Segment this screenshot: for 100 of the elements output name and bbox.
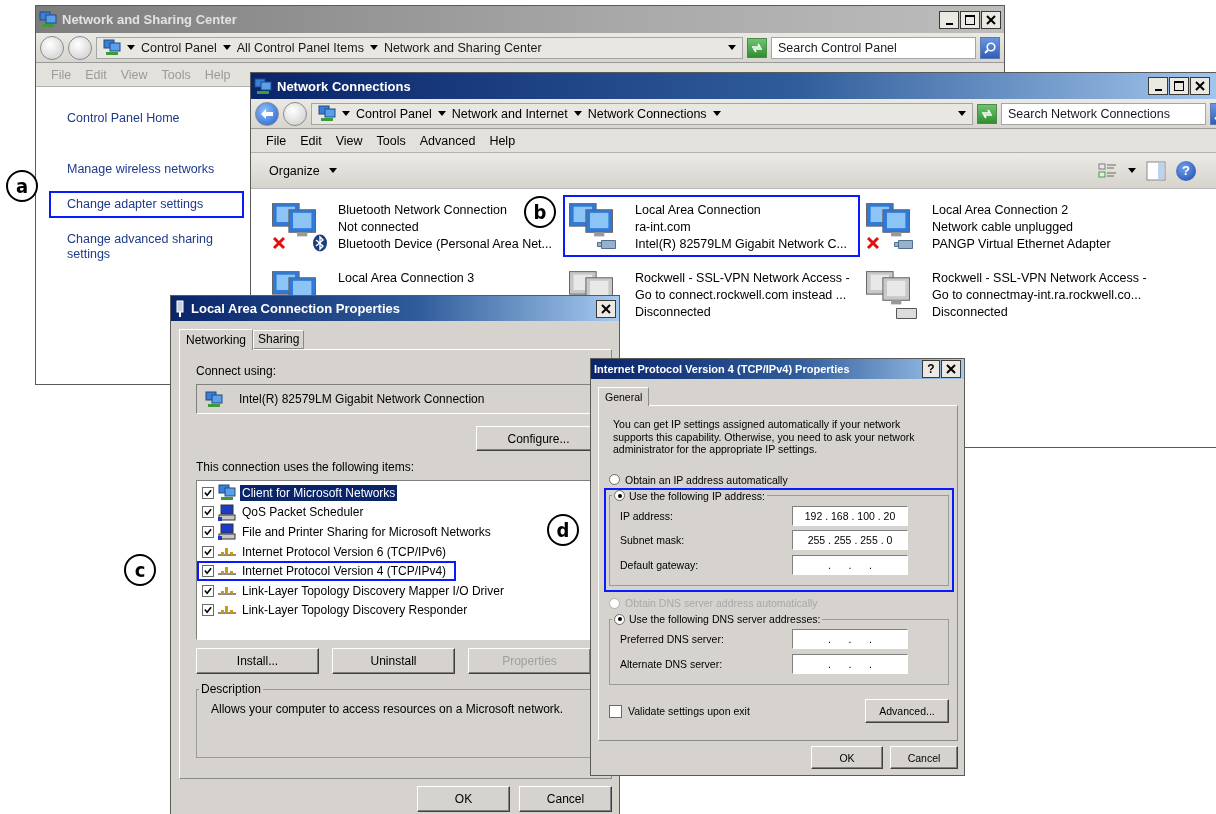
checkbox[interactable] [202, 526, 214, 538]
breadcrumb-item[interactable]: Control Panel [356, 106, 432, 121]
callout-marker: a [6, 170, 38, 202]
advanced-button[interactable]: Advanced... [865, 699, 949, 723]
refresh-button[interactable] [747, 37, 767, 58]
action-button[interactable]: Install... [196, 648, 319, 674]
breadcrumb-item[interactable]: Network Connections [587, 106, 707, 121]
minimize-button[interactable] [939, 10, 959, 29]
checkbox[interactable] [202, 584, 214, 597]
caret-icon[interactable] [712, 111, 721, 116]
maximize-button[interactable] [1169, 77, 1189, 95]
ip-address-field[interactable]: . . . [792, 653, 908, 674]
caret-icon[interactable] [437, 111, 446, 116]
search-field[interactable]: Search Control Panel [771, 36, 976, 59]
search-button[interactable] [980, 36, 1000, 59]
search-field[interactable]: Search Network Connections [1001, 102, 1206, 125]
list-item[interactable]: File and Printer Sharing for Microsoft Networks [197, 522, 501, 542]
caret-icon[interactable] [127, 45, 135, 50]
radio-button[interactable] [614, 613, 625, 625]
sidebar-link[interactable]: Change adapter settings [49, 191, 244, 218]
organize-button[interactable]: Organize [267, 161, 339, 180]
checkbox[interactable] [609, 704, 622, 718]
connection-detail: ra-int.com [635, 219, 691, 236]
breadcrumb-item[interactable]: Control Panel [141, 40, 217, 55]
maximize-button[interactable] [960, 10, 980, 29]
action-button[interactable]: Uninstall [332, 648, 455, 674]
item-label: Link-Layer Topology Discovery Responder [241, 602, 469, 619]
refresh-button[interactable] [977, 103, 997, 124]
ok-button[interactable]: OK [811, 746, 883, 769]
checkbox[interactable] [202, 506, 214, 519]
menu-item[interactable]: File [259, 131, 294, 150]
computer-network-icon [272, 203, 316, 237]
ok-button[interactable]: OK [417, 786, 510, 812]
checkbox[interactable] [202, 604, 214, 617]
group-label: Description [200, 682, 263, 696]
sidebar-link[interactable]: Control Panel Home [49, 105, 244, 132]
tab[interactable]: Networking [179, 329, 254, 350]
checkbox[interactable] [202, 565, 214, 578]
caret-icon [328, 168, 337, 173]
help-button[interactable]: ? [922, 360, 940, 378]
close-button[interactable] [981, 10, 1001, 29]
breadcrumb-item[interactable]: Network and Internet [451, 106, 568, 121]
radio-button[interactable] [614, 490, 625, 501]
list-item[interactable]: Link-Layer Topology Discovery Responder [197, 600, 478, 621]
caret-icon[interactable] [342, 111, 350, 116]
field-label: Alternate DNS server: [620, 657, 723, 670]
close-button[interactable] [596, 299, 616, 318]
list-item[interactable]: QoS Packet Scheduler [197, 502, 374, 523]
caret-icon[interactable] [369, 45, 378, 50]
close-button[interactable] [941, 360, 961, 378]
menu-item[interactable]: Advanced [412, 131, 483, 150]
radio-button[interactable] [609, 474, 620, 485]
forward-button[interactable] [68, 35, 92, 60]
menu-item[interactable]: Edit [293, 131, 329, 150]
cancel-button[interactable]: Cancel [519, 786, 612, 812]
caret-icon[interactable] [573, 111, 582, 116]
back-button[interactable] [40, 35, 64, 60]
item-label: File and Printer Sharing for Microsoft Networks [241, 524, 492, 540]
address-bar[interactable]: Control Panel All Control Panel Items Network and Sharing Center [96, 36, 743, 59]
address-bar[interactable]: Control Panel Network and Internet Network Connections [311, 102, 973, 125]
menu-item[interactable]: Tools [369, 131, 413, 150]
connection-name: Bluetooth Network Connection [338, 202, 507, 219]
checkbox[interactable] [202, 545, 214, 558]
connection-name: Rockwell - SSL-VPN Network Access - [635, 270, 850, 287]
menu-item[interactable]: View [328, 131, 370, 150]
caret-icon[interactable] [222, 45, 231, 50]
protocol-icon [218, 546, 236, 557]
list-item[interactable]: Client for Microsoft Networks [197, 483, 406, 503]
maximize-icon [965, 14, 975, 25]
tab[interactable]: General [598, 387, 650, 406]
sidebar-link[interactable]: Change advanced sharing settings [49, 226, 244, 268]
item-label: Internet Protocol Version 6 (TCP/IPv6) [241, 543, 448, 560]
back-button[interactable] [255, 101, 279, 126]
caret-icon[interactable] [1128, 168, 1136, 173]
menu-item[interactable]: Help [482, 131, 523, 150]
ip-address-field[interactable]: . . . [792, 629, 908, 650]
window-title: Network Connections [277, 78, 412, 94]
caret-icon[interactable] [958, 111, 966, 116]
caret-icon[interactable] [728, 45, 736, 50]
list-item[interactable]: Internet Protocol Version 4 (TCP/IPv4) [197, 561, 457, 581]
network-client-icon [218, 484, 236, 502]
ip-address-field[interactable]: 255 . 255 . 255 . 0 [792, 530, 908, 551]
close-button[interactable] [1190, 77, 1210, 95]
minimize-button[interactable] [1148, 77, 1168, 95]
forward-button[interactable] [283, 101, 307, 126]
list-item[interactable]: Internet Protocol Version 6 (TCP/IPv6) [197, 541, 457, 562]
computer-network-icon [569, 203, 613, 237]
checkbox[interactable] [202, 486, 214, 499]
ip-address-field[interactable]: . . . [792, 554, 908, 575]
breadcrumb-item[interactable]: All Control Panel Items [236, 40, 364, 55]
window-title: Network and Sharing Center [62, 12, 238, 27]
list-item[interactable]: Link-Layer Topology Discovery Mapper I/O Driver [197, 580, 514, 601]
network-adapter-icon [205, 390, 223, 408]
tab[interactable]: Sharing [253, 330, 305, 349]
cancel-button[interactable]: Cancel [890, 746, 958, 769]
sidebar-link[interactable]: Manage wireless networks [49, 156, 244, 183]
network-icon [254, 77, 272, 95]
breadcrumb-item[interactable]: Network and Sharing Center [383, 40, 542, 55]
ip-address-field[interactable]: 192 . 168 . 100 . 20 [792, 505, 908, 526]
computer-icon [218, 503, 236, 521]
